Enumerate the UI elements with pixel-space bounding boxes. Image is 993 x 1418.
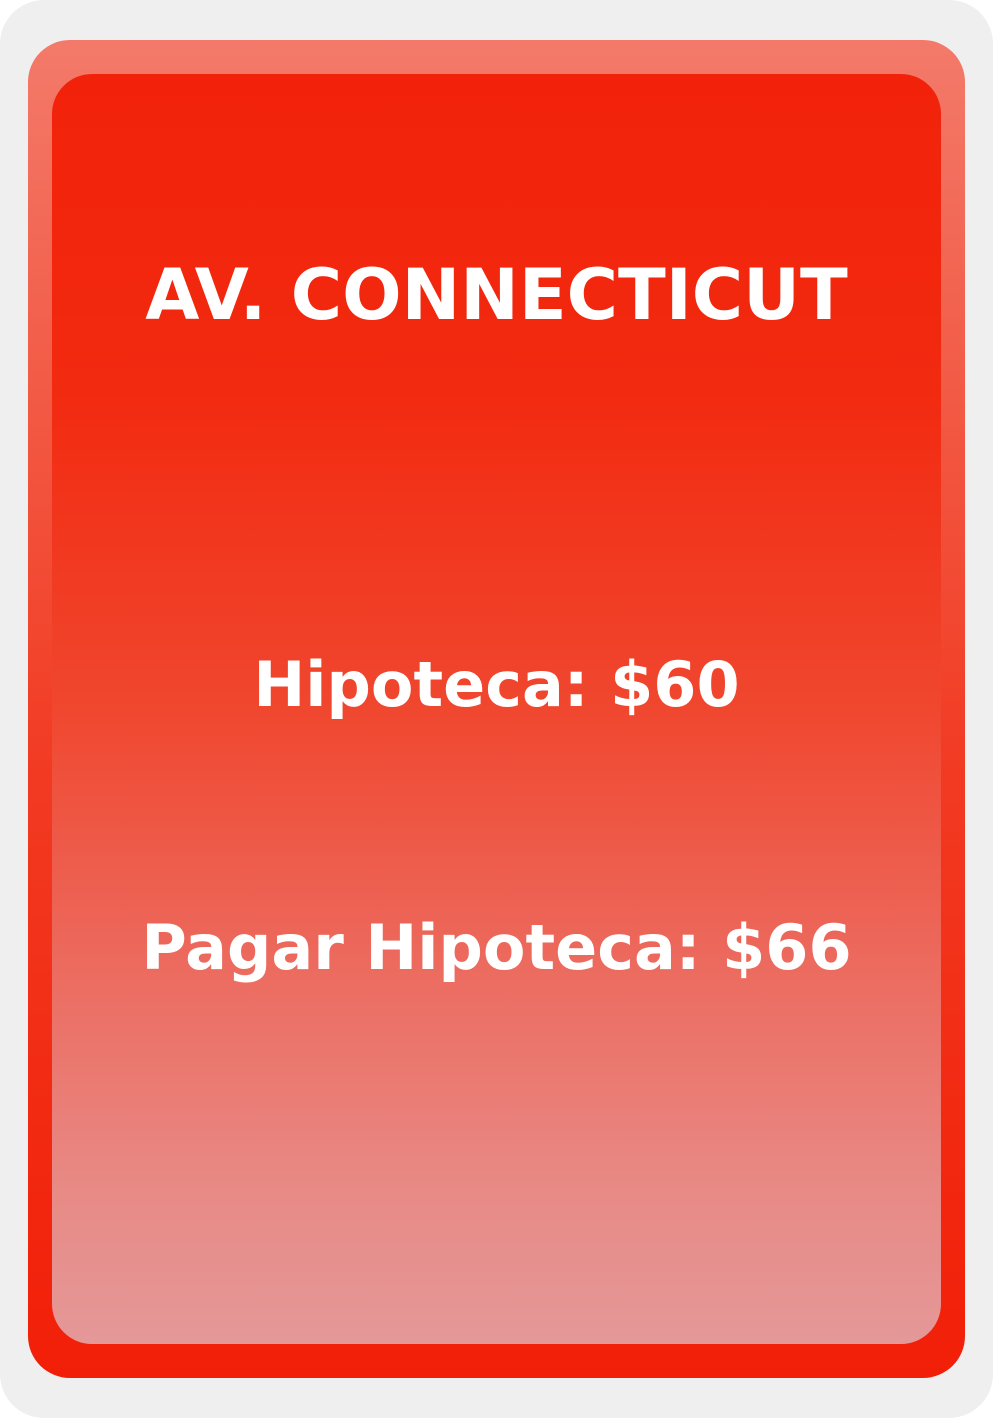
- unmortgage-value: Pagar Hipoteca: $66: [141, 911, 852, 984]
- property-card-page: AV. CONNECTICUT Hipoteca: $60 Pagar Hipo…: [0, 0, 993, 1418]
- card-title: AV. CONNECTICUT: [145, 254, 848, 336]
- mortgage-value: Hipoteca: $60: [253, 648, 740, 721]
